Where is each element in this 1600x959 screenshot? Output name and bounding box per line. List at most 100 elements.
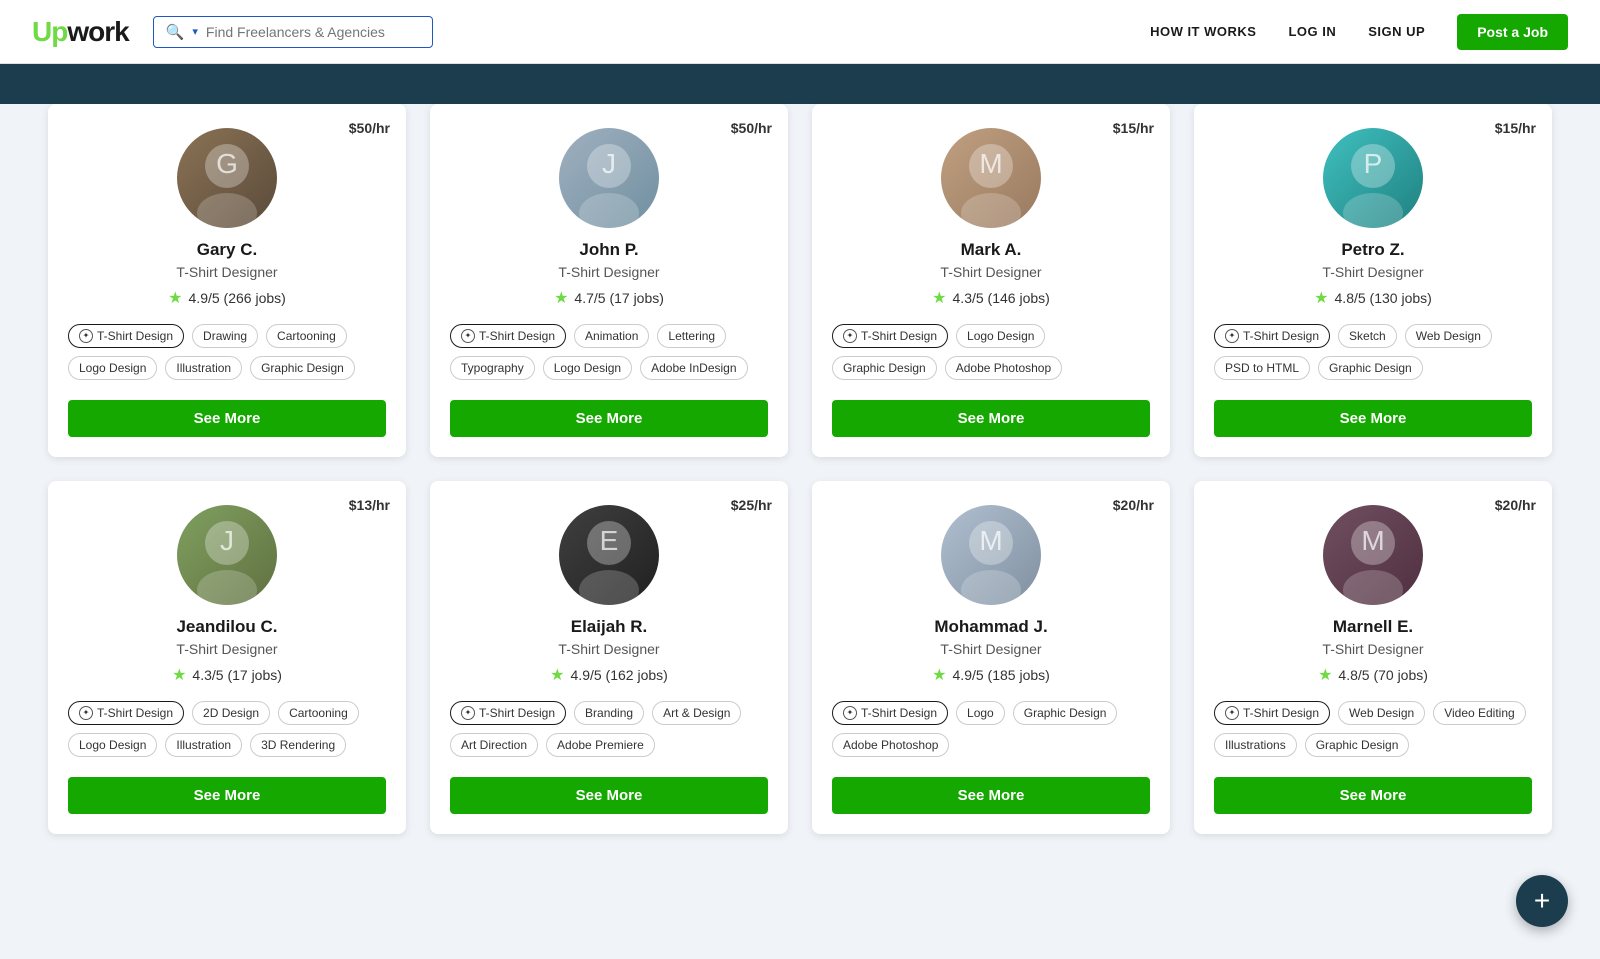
tag-label: T-Shirt Design — [861, 329, 937, 343]
tag[interactable]: ✦T-Shirt Design — [450, 324, 566, 348]
tag-label: Art Direction — [461, 738, 527, 752]
tag[interactable]: Web Design — [1338, 701, 1425, 725]
tag-label: T-Shirt Design — [479, 706, 555, 720]
tag-label: Illustrations — [1225, 738, 1286, 752]
search-input[interactable] — [206, 24, 420, 40]
tag-label: T-Shirt Design — [1243, 329, 1319, 343]
tag[interactable]: ✦ T-Shirt Design — [450, 701, 566, 725]
tag[interactable]: Cartooning — [278, 701, 359, 725]
nav-how-it-works[interactable]: HOW IT WORKS — [1150, 24, 1256, 39]
tag[interactable]: ✦ T-Shirt Design — [68, 324, 184, 348]
title-jean: T-Shirt Designer — [176, 641, 277, 657]
rate-jean: $13/hr — [349, 497, 390, 513]
header-nav: HOW IT WORKS LOG IN SIGN UP Post a Job — [1150, 14, 1568, 50]
tag[interactable]: Lettering — [657, 324, 726, 348]
name-mark: Mark A. — [961, 240, 1022, 260]
see-more-button-marnell[interactable]: See More — [1214, 777, 1532, 814]
tag-badge-icon: ✦ — [79, 706, 93, 720]
title-mohammad: T-Shirt Designer — [940, 641, 1041, 657]
title-petro: T-Shirt Designer — [1322, 264, 1423, 280]
avatar-elaijah: E — [559, 505, 659, 605]
tag[interactable]: ✦T-Shirt Design — [832, 701, 948, 725]
tag-label: Graphic Design — [843, 361, 926, 375]
see-more-button-gary[interactable]: See More — [68, 400, 386, 437]
title-john: T-Shirt Designer — [558, 264, 659, 280]
tag[interactable]: Logo Design — [68, 356, 157, 380]
see-more-button-elaijah[interactable]: See More — [450, 777, 768, 814]
see-more-button-jean[interactable]: See More — [68, 777, 386, 814]
tag-label: Illustration — [176, 738, 231, 752]
rate-mohammad: $20/hr — [1113, 497, 1154, 513]
tag-label: Logo Design — [967, 329, 1034, 343]
tag[interactable]: Graphic Design — [832, 356, 937, 380]
see-more-button-mohammad[interactable]: See More — [832, 777, 1150, 814]
tag[interactable]: Graphic Design — [250, 356, 355, 380]
tag[interactable]: Adobe Premiere — [546, 733, 655, 757]
tag-label: Web Design — [1416, 329, 1481, 343]
tag[interactable]: Animation — [574, 324, 649, 348]
tag[interactable]: Adobe Photoshop — [832, 733, 949, 757]
see-more-button-petro[interactable]: See More — [1214, 400, 1532, 437]
tag[interactable]: ✦T-Shirt Design — [1214, 324, 1330, 348]
tag[interactable]: Logo — [956, 701, 1005, 725]
tag-label: Illustration — [176, 361, 231, 375]
card-mohammad: $20/hr M Mohammad J.T-Shirt Designer★ 4.… — [812, 481, 1170, 834]
tag[interactable]: Logo Design — [68, 733, 157, 757]
tag[interactable]: Typography — [450, 356, 535, 380]
card-gary: $50/hr G Gary C.T-Shirt Designer★ 4.9/5 … — [48, 104, 406, 457]
svg-text:P: P — [1364, 148, 1383, 179]
tag[interactable]: Web Design — [1405, 324, 1492, 348]
svg-text:M: M — [979, 148, 1002, 179]
tag[interactable]: Cartooning — [266, 324, 347, 348]
see-more-button-john[interactable]: See More — [450, 400, 768, 437]
post-job-button[interactable]: Post a Job — [1457, 14, 1568, 50]
nav-sign-up[interactable]: SIGN UP — [1368, 24, 1425, 39]
tag[interactable]: Graphic Design — [1013, 701, 1118, 725]
freelancer-row-1: $50/hr G Gary C.T-Shirt Designer★ 4.9/5 … — [48, 104, 1552, 457]
tag-label: Logo Design — [554, 361, 621, 375]
tag[interactable]: 2D Design — [192, 701, 270, 725]
tag[interactable]: 3D Rendering — [250, 733, 346, 757]
tag-label: T-Shirt Design — [97, 706, 173, 720]
tag-label: Adobe Premiere — [557, 738, 644, 752]
nav-log-in[interactable]: LOG IN — [1288, 24, 1336, 39]
tag[interactable]: Logo Design — [543, 356, 632, 380]
tag[interactable]: Illustration — [165, 733, 242, 757]
tag[interactable]: Art & Design — [652, 701, 741, 725]
tag-badge-icon: ✦ — [461, 706, 475, 720]
name-petro: Petro Z. — [1341, 240, 1404, 260]
tag[interactable]: Illustration — [165, 356, 242, 380]
rating-john: ★ 4.7/5 (17 jobs) — [554, 288, 664, 308]
tag[interactable]: Video Editing — [1433, 701, 1526, 725]
tag[interactable]: Graphic Design — [1305, 733, 1410, 757]
tag-badge-icon: ✦ — [79, 329, 93, 343]
tag[interactable]: ✦T-Shirt Design — [1214, 701, 1330, 725]
tag[interactable]: Drawing — [192, 324, 258, 348]
star-icon: ★ — [1318, 665, 1332, 685]
tag[interactable]: Sketch — [1338, 324, 1397, 348]
tag[interactable]: Graphic Design — [1318, 356, 1423, 380]
tag[interactable]: Logo Design — [956, 324, 1045, 348]
tag-label: Sketch — [1349, 329, 1386, 343]
tag[interactable]: Art Direction — [450, 733, 538, 757]
tag[interactable]: Illustrations — [1214, 733, 1297, 757]
name-marnell: Marnell E. — [1333, 617, 1413, 637]
fab-button[interactable]: + — [1516, 875, 1568, 927]
svg-text:M: M — [1361, 525, 1384, 556]
svg-text:E: E — [600, 525, 619, 556]
star-icon: ★ — [1314, 288, 1328, 308]
tags-marnell: ✦T-Shirt Design Web Design Video Editing Il… — [1214, 701, 1532, 757]
rating-value: 4.7/5 (17 jobs) — [574, 290, 664, 306]
rating-value: 4.9/5 (266 jobs) — [189, 290, 286, 306]
tag[interactable]: Adobe InDesign — [640, 356, 747, 380]
logo[interactable]: Upwork — [32, 16, 129, 48]
tag[interactable]: ✦T-Shirt Design — [832, 324, 948, 348]
tag[interactable]: Branding — [574, 701, 644, 725]
avatar-gary: G — [177, 128, 277, 228]
tag[interactable]: ✦ T-Shirt Design — [68, 701, 184, 725]
tag[interactable]: PSD to HTML — [1214, 356, 1310, 380]
star-icon: ★ — [172, 665, 186, 685]
see-more-button-mark[interactable]: See More — [832, 400, 1150, 437]
tag[interactable]: Adobe Photoshop — [945, 356, 1062, 380]
tag-label: T-Shirt Design — [97, 329, 173, 343]
